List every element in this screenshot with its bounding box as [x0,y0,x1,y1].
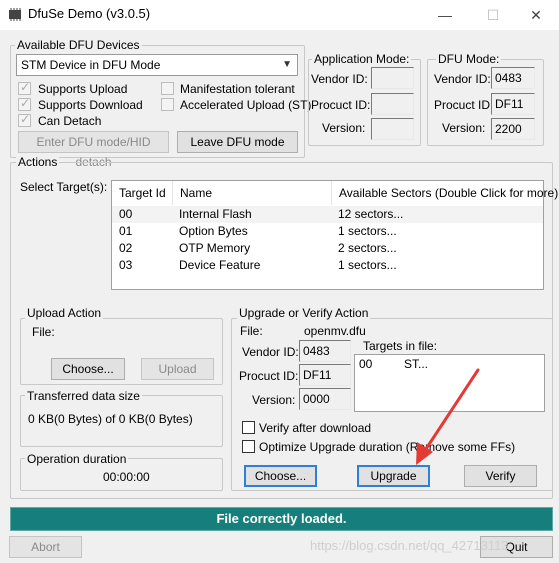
target-sectors-cell: 1 sectors... [338,224,397,238]
device-select[interactable]: STM Device in DFU Mode ▼ [16,54,298,76]
upload-button[interactable]: Upload [141,358,214,380]
verify-after-download-label: Verify after download [259,421,372,435]
watermark: https://blog.csdn.net/qq_42713113 [310,538,509,553]
targets-in-file-label: Targets in file: [363,339,438,353]
manifestation-tolerant-label: Manifestation tolerant [180,82,295,96]
target-file-id: 00 [359,357,373,371]
targets-table[interactable]: Target Id Name Available Sectors (Double… [111,180,558,290]
app-version-label: Version: [322,121,366,135]
actions-legend: Actions [16,155,60,169]
upgrade-file-name: openmv.dfu [304,324,366,338]
devices-legend: Available DFU Devices [15,38,142,52]
target-name-cell: OTP Memory [179,241,251,255]
status-bar: File correctly loaded. [10,507,553,531]
target-sectors-cell: 12 sectors... [338,207,404,221]
optimize-upgrade-label: Optimize Upgrade duration (Remove some F… [259,440,516,454]
dfu-product-label: Procuct ID: [434,98,494,112]
upgrade-choose-button[interactable]: Choose... [244,465,317,487]
column-header[interactable]: Name [173,181,332,205]
close-button[interactable]: ✕ [513,0,559,30]
minimize-button[interactable]: — [422,0,468,30]
table-row[interactable]: 02 OTP Memory 2 sectors... [112,240,543,257]
leave-dfu-mode-button[interactable]: Leave DFU mode [177,131,298,153]
list-item[interactable]: 00 ST... [355,356,544,373]
upload-legend: Upload Action [25,306,104,320]
app-vendor-label: Vendor ID: [311,72,368,86]
manifestation-tolerant-checkbox[interactable] [161,82,174,95]
app-product-label: Procuct ID: [311,98,371,112]
select-targets-label: Select Target(s): [20,180,108,194]
upgrade-legend: Upgrade or Verify Action [237,306,371,320]
dfu-version-field: 2200 [491,118,535,140]
abort-button[interactable]: Abort [9,536,82,558]
upgrade-version-field: 0000 [299,388,351,410]
device-select-value: STM Device in DFU Mode [21,58,161,72]
app-mode-legend: Application Mode: [312,52,412,66]
target-sectors-cell: 2 sectors... [338,241,397,255]
app-version-field [371,118,414,140]
target-sectors-cell: 1 sectors... [338,258,397,272]
target-id-cell: 00 [119,207,133,221]
accelerated-upload-checkbox[interactable] [161,98,174,111]
table-row[interactable]: 01 Option Bytes 1 sectors... [112,223,543,240]
supports-download-checkbox[interactable] [18,96,31,111]
chip-icon [9,8,21,21]
target-id-cell: 03 [119,258,133,272]
table-header: Target Id Name Available Sectors (Double… [112,181,558,205]
target-name-cell: Option Bytes [179,224,248,238]
upgrade-product-field: DF11 [299,364,351,386]
transferred-legend: Transferred data size [25,389,142,403]
targets-in-file-list[interactable]: 00 ST... [354,354,545,412]
chevron-down-icon: ▼ [282,59,292,70]
target-name-cell: Internal Flash [179,207,252,221]
dfu-vendor-field: 0483 [491,67,535,89]
column-header[interactable]: Available Sectors (Double Click for more… [332,181,558,205]
app-vendor-field [371,67,414,89]
verify-after-download-checkbox[interactable] [242,421,255,434]
upgrade-vendor-field: 0483 [299,340,351,362]
maximize-button[interactable]: ☐ [470,0,516,30]
target-name-cell: Device Feature [179,258,261,272]
target-id-cell: 02 [119,241,133,255]
column-header[interactable]: Target Id [112,181,173,205]
verify-button[interactable]: Verify [464,465,537,487]
can-detach-checkbox[interactable] [18,112,31,127]
upgrade-button[interactable]: Upgrade [357,465,430,487]
optimize-upgrade-checkbox[interactable] [242,440,255,453]
duration-legend: Operation duration [25,452,129,466]
can-detach-label: Can Detach [38,114,102,128]
upload-file-label: File: [32,325,55,339]
title-bar[interactable]: DfuSe Demo (v3.0.5) — ☐ ✕ [0,0,559,30]
supports-upload-checkbox[interactable] [18,80,31,95]
upload-choose-button[interactable]: Choose... [51,358,125,380]
upgrade-version-label: Version: [252,393,296,407]
app-product-field [371,93,414,115]
table-row[interactable]: 03 Device Feature 1 sectors... [112,257,543,274]
table-row[interactable]: 00 Internal Flash 12 sectors... [112,206,543,223]
dfu-version-label: Version: [442,121,486,135]
upgrade-vendor-label: Vendor ID: [242,345,299,359]
dfu-mode-legend: DFU Mode: [436,52,502,66]
upgrade-file-label: File: [240,324,263,338]
transferred-value: 0 KB(0 Bytes) of 0 KB(0 Bytes) [28,412,193,426]
dfu-vendor-label: Vendor ID: [434,72,491,86]
upgrade-product-label: Procuct ID: [239,369,299,383]
accelerated-upload-label: Accelerated Upload (ST) [180,98,312,112]
supports-upload-label: Supports Upload [38,82,128,96]
target-file-name: ST... [404,357,429,371]
target-id-cell: 01 [119,224,133,238]
enter-dfu-mode-button[interactable]: Enter DFU mode/HID detach [18,131,169,169]
duration-value: 00:00:00 [103,470,150,484]
window-title: DfuSe Demo (v3.0.5) [28,6,151,21]
supports-download-label: Supports Download [38,98,143,112]
dfu-product-field: DF11 [491,93,535,115]
